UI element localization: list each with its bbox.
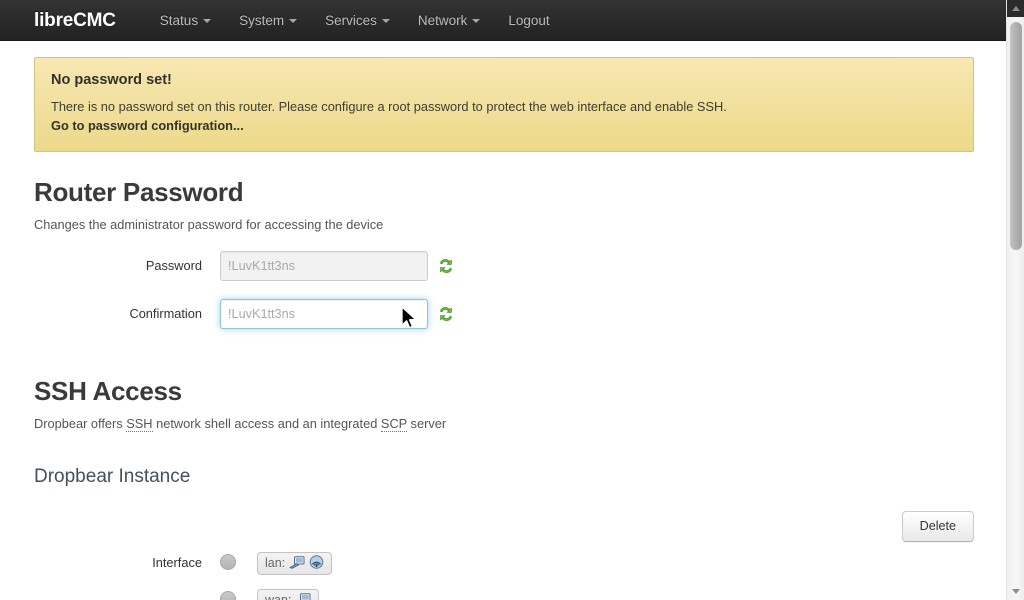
interface-row-lan: Interface lan: (34, 552, 972, 575)
alert-title: No password set! (51, 72, 172, 88)
interface-label-spacer (34, 589, 220, 600)
ssh-abbr: SSH (126, 416, 153, 432)
ssh-desc-part3: server (407, 416, 447, 431)
content-container: No password set! There is no password se… (0, 57, 1006, 600)
page-viewport: libreCMC Status System Services Network … (0, 0, 1006, 600)
zone-badge-lan[interactable]: lan: (257, 552, 333, 575)
ssh-access-description: Dropbear offers SSH network shell access… (34, 415, 972, 432)
scrollbar-thumb[interactable] (1010, 22, 1022, 250)
radio-interface-lan[interactable] (220, 554, 236, 570)
chevron-down-icon (381, 18, 390, 23)
chevron-down-icon (289, 18, 298, 23)
password-row: Password (34, 251, 972, 281)
password-input[interactable] (220, 251, 428, 281)
nav-item-status[interactable]: Status (146, 0, 225, 41)
chevron-down-icon (203, 18, 212, 23)
nav-item-network[interactable]: Network (404, 0, 495, 41)
dropbear-actions: Delete (34, 511, 974, 542)
ssh-access-title: SSH Access (34, 376, 182, 406)
scroll-down-arrow-icon (1012, 589, 1020, 594)
dropbear-instance-title: Dropbear Instance (34, 466, 191, 487)
chevron-down-icon (472, 18, 481, 23)
confirmation-field-group (220, 299, 454, 329)
nav-item-network-label: Network (417, 12, 468, 28)
password-label: Password (145, 258, 202, 273)
zone-badge-wan-label: wan: (265, 593, 292, 600)
reveal-password-icon[interactable] (438, 258, 454, 274)
brand-logo[interactable]: libreCMC (34, 0, 116, 41)
reveal-confirmation-icon[interactable] (438, 306, 454, 322)
router-password-title: Router Password (34, 177, 244, 207)
ethernet-icon (289, 555, 305, 572)
router-password-description: Changes the administrator password for a… (34, 217, 384, 232)
confirmation-row: Confirmation (34, 299, 972, 329)
vertical-scrollbar[interactable] (1006, 0, 1024, 600)
scroll-down-arrow[interactable] (1007, 583, 1024, 600)
nav-item-system-label: System (239, 12, 285, 28)
browser-screen: libreCMC Status System Services Network … (0, 0, 1024, 600)
radio-interface-wan[interactable] (220, 591, 236, 600)
delete-button[interactable]: Delete (901, 511, 974, 542)
password-field-group (220, 251, 454, 281)
nav-item-services-label: Services (325, 12, 377, 28)
wifi-icon (309, 555, 324, 572)
nav-item-system[interactable]: System (225, 0, 311, 41)
nav-item-logout-label: Logout (508, 12, 550, 28)
nav-item-services[interactable]: Services (311, 0, 404, 41)
ethernet-icon (295, 592, 311, 600)
ssh-desc-part1: Dropbear offers (34, 416, 127, 431)
ssh-desc-part2: network shell access and an integrated (152, 416, 381, 431)
top-navbar: libreCMC Status System Services Network … (0, 0, 1006, 41)
alert-message: There is no password set on this router.… (51, 99, 727, 114)
nav-menu: Status System Services Network Logout (146, 0, 564, 41)
interface-row-wan: wan: (34, 589, 972, 600)
nav-item-logout[interactable]: Logout (494, 0, 563, 41)
nav-item-status-label: Status (159, 12, 199, 28)
password-config-link[interactable]: Go to password configuration... (51, 116, 957, 136)
scp-abbr: SCP (380, 416, 407, 432)
scroll-up-arrow[interactable] (1007, 0, 1024, 17)
zone-badge-lan-label: lan: (265, 556, 286, 570)
no-password-alert: No password set! There is no password se… (34, 57, 974, 152)
scroll-up-arrow-icon (1012, 6, 1020, 11)
interface-label: Interface (152, 555, 202, 570)
confirmation-label: Confirmation (129, 306, 202, 321)
zone-badge-wan[interactable]: wan: (257, 589, 320, 600)
confirmation-input[interactable] (220, 299, 428, 329)
